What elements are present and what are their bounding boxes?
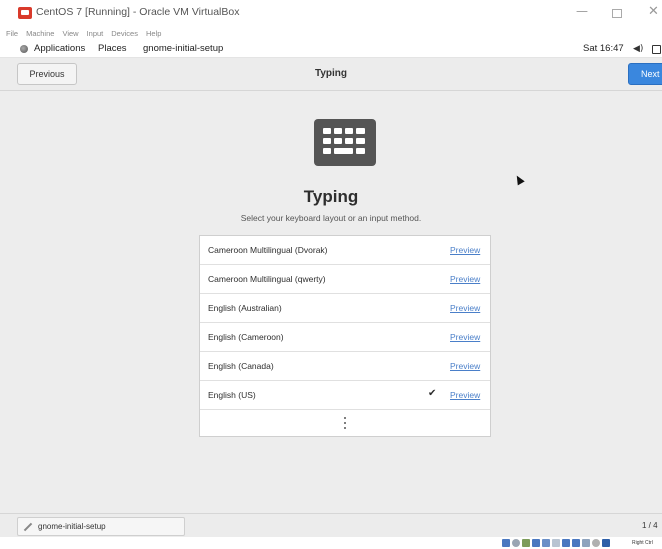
preview-link[interactable]: Preview [450, 332, 480, 342]
list-item[interactable]: English (Australian) Preview [200, 294, 490, 323]
next-button[interactable]: Next [628, 63, 662, 85]
preview-link[interactable]: Preview [450, 274, 480, 284]
list-item-selected[interactable]: English (US) ✔ Preview [200, 381, 490, 410]
page-title: Typing [303, 187, 359, 206]
network-icon[interactable] [532, 539, 540, 547]
checkmark-icon: ✔ [428, 388, 437, 399]
video-capture-icon[interactable] [572, 539, 580, 547]
shared-folders-icon[interactable] [552, 539, 560, 547]
maximize-icon[interactable] [612, 9, 622, 18]
list-item[interactable]: Cameroon Multilingual (qwerty) Preview [200, 265, 490, 294]
clock[interactable]: Sat 16:47 [583, 43, 624, 54]
layout-name: English (Cameroon) [208, 332, 284, 342]
hard-disk-icon[interactable] [502, 539, 510, 547]
taskbar-window-label: gnome-initial-setup [38, 522, 106, 531]
more-vertical-icon [344, 417, 346, 429]
places-menu[interactable]: Places [98, 43, 127, 54]
menu-devices[interactable]: Devices [111, 29, 138, 38]
audio-icon[interactable] [522, 539, 530, 547]
keyboard-icon [314, 119, 376, 166]
applications-menu[interactable]: Applications [34, 43, 85, 54]
menu-help[interactable]: Help [146, 29, 161, 38]
preview-link[interactable]: Preview [450, 390, 480, 400]
layout-name: English (Canada) [208, 361, 274, 371]
list-item[interactable]: English (Canada) Preview [200, 352, 490, 381]
page-subtitle: Select your keyboard layout or an input … [240, 213, 422, 223]
usb-icon[interactable] [542, 539, 550, 547]
header-title: Typing [314, 68, 348, 79]
mouse-pointer-icon [513, 173, 525, 186]
active-app-menu[interactable]: gnome-initial-setup [143, 43, 223, 54]
system-menu-icon[interactable] [652, 45, 661, 54]
menu-input[interactable]: Input [87, 29, 104, 38]
menu-file[interactable]: File [6, 29, 18, 38]
layout-name: Cameroon Multilingual (Dvorak) [208, 245, 328, 255]
gnome-topbar: Applications Places gnome-initial-setup … [0, 40, 662, 58]
vbox-menubar: File Machine View Input Devices Help [0, 26, 662, 40]
menu-view[interactable]: View [62, 29, 78, 38]
centos-logo-icon [18, 7, 32, 19]
preview-link[interactable]: Preview [450, 361, 480, 371]
list-item[interactable]: English (Cameroon) Preview [200, 323, 490, 352]
display-icon[interactable] [562, 539, 570, 547]
window-list-taskbar: gnome-initial-setup 1 / 4 [0, 513, 662, 537]
speaker-icon[interactable]: ◀) [633, 44, 643, 54]
applications-icon [20, 45, 28, 53]
preview-link[interactable]: Preview [450, 303, 480, 313]
more-layouts-button[interactable] [200, 410, 490, 436]
setup-page-typing: Typing Select your keyboard layout or an… [0, 91, 662, 513]
taskbar-window-button[interactable]: gnome-initial-setup [17, 517, 185, 536]
mouse-integration-icon[interactable] [592, 539, 600, 547]
virtualbox-window: CentOS 7 [Running] - Oracle VM VirtualBo… [0, 0, 662, 549]
workspace-indicator[interactable]: 1 / 4 [642, 521, 662, 530]
host-key-label: Right Ctrl [632, 540, 653, 546]
keyboard-capture-icon[interactable] [602, 539, 610, 547]
optical-drive-icon[interactable] [512, 539, 520, 547]
minimize-icon[interactable]: — [576, 4, 588, 18]
layout-name: Cameroon Multilingual (qwerty) [208, 274, 326, 284]
keyboard-layout-list: Cameroon Multilingual (Dvorak) Preview C… [199, 235, 491, 437]
window-titlebar: CentOS 7 [Running] - Oracle VM VirtualBo… [0, 0, 662, 26]
vbox-statusbar: Right Ctrl [0, 537, 662, 549]
setup-tool-icon [22, 522, 33, 532]
layout-name: English (US) [208, 390, 256, 400]
setup-headerbar: Previous Typing Next [0, 58, 662, 91]
cpu-icon[interactable] [582, 539, 590, 547]
close-icon[interactable]: ✕ [648, 4, 659, 19]
layout-name: English (Australian) [208, 303, 282, 313]
list-item[interactable]: Cameroon Multilingual (Dvorak) Preview [200, 236, 490, 265]
menu-machine[interactable]: Machine [26, 29, 54, 38]
window-title: CentOS 7 [Running] - Oracle VM VirtualBo… [36, 6, 240, 18]
preview-link[interactable]: Preview [450, 245, 480, 255]
